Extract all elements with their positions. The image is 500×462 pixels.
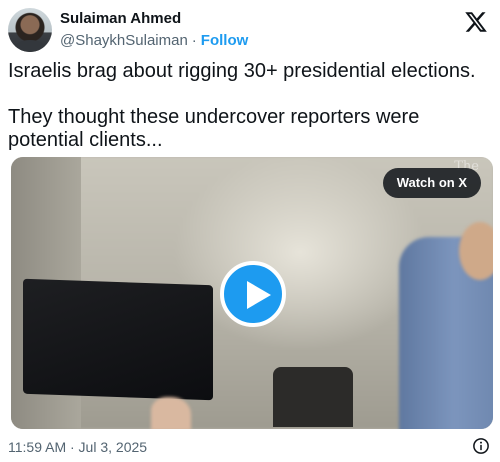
watch-on-x-button[interactable]: Watch on X — [382, 168, 481, 198]
author-handle[interactable]: @ShaykhSulaiman — [60, 32, 188, 49]
tweet-text: Israelis brag about rigging 30+ presiden… — [8, 60, 488, 152]
video-frame-hand — [151, 397, 191, 429]
avatar[interactable] — [8, 8, 52, 52]
play-icon — [247, 281, 271, 309]
tweet-card: Sulaiman Ahmed @ShaykhSulaiman · Follow Is… — [0, 0, 500, 462]
info-icon[interactable] — [472, 437, 490, 455]
follow-button[interactable]: Follow — [201, 32, 249, 49]
video-frame-monitor — [23, 278, 213, 401]
video-frame-chair — [273, 367, 353, 427]
play-button[interactable] — [220, 261, 286, 327]
tweet-footer: 11:59 AM · Jul 3, 2025 — [8, 437, 492, 457]
author-info: Sulaiman Ahmed @ShaykhSulaiman · Follow — [60, 9, 248, 51]
separator-dot: · — [191, 32, 197, 49]
video-player[interactable]: The Watch on X — [11, 157, 493, 429]
author-display-name[interactable]: Sulaiman Ahmed — [60, 9, 248, 29]
author-handle-row: @ShaykhSulaiman · Follow — [60, 31, 248, 51]
x-logo-icon[interactable] — [464, 10, 488, 34]
tweet-header: Sulaiman Ahmed @ShaykhSulaiman · Follow — [8, 8, 492, 52]
avatar-shoulders — [14, 40, 46, 52]
video-frame-head — [459, 222, 493, 280]
tweet-timestamp[interactable]: 11:59 AM · Jul 3, 2025 — [8, 439, 147, 455]
tweet-paragraph-1: Israelis brag about rigging 30+ presiden… — [8, 60, 476, 82]
tweet-paragraph-2: They thought these undercover reporters … — [8, 106, 420, 151]
